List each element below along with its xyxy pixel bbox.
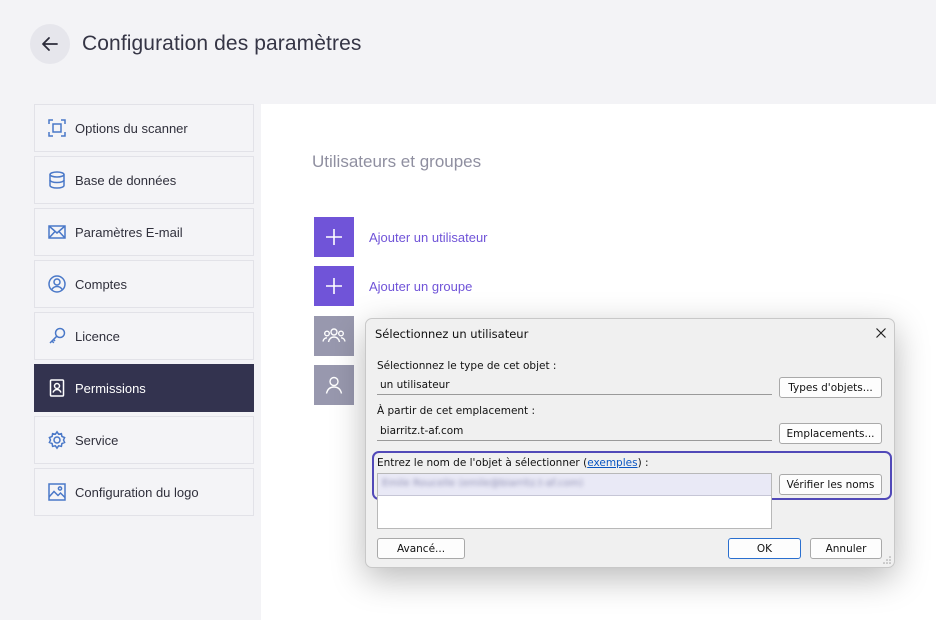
close-icon [876, 328, 886, 338]
arrow-left-icon [42, 37, 58, 51]
sidebar-item-label: Licence [75, 328, 120, 344]
add-user-button[interactable] [314, 217, 354, 257]
locations-button[interactable]: Emplacements... [779, 423, 882, 444]
sidebar-item-database[interactable]: Base de données [34, 156, 254, 204]
user-icon [325, 376, 343, 394]
ok-button[interactable]: OK [728, 538, 801, 559]
location-label: À partir de cet emplacement : [377, 405, 536, 417]
object-names-value: Emile Roucelle (emile@biarritz.t-af.com) [382, 478, 584, 489]
location-field: biarritz.t-af.com [377, 421, 772, 441]
dialog-title: Sélectionnez un utilisateur [375, 327, 529, 341]
plus-icon [326, 278, 342, 294]
object-type-field: un utilisateur [377, 375, 772, 395]
sidebar-item-label: Comptes [75, 276, 128, 292]
object-names-label: Entrez le nom de l'objet à sélectionner … [377, 457, 649, 469]
sidebar-item-label: Paramètres E-mail [75, 224, 183, 240]
sidebar-item-label: Permissions [75, 380, 146, 396]
sidebar-item-label: Service [75, 432, 119, 448]
group-entry-tile[interactable] [314, 316, 354, 356]
group-users-icon [322, 328, 346, 343]
resize-grip-icon[interactable] [882, 555, 892, 565]
dialog-close-button[interactable] [873, 325, 889, 341]
check-names-button[interactable]: Vérifier les noms [779, 474, 882, 495]
add-group-link[interactable]: Ajouter un groupe [369, 279, 472, 294]
select-user-dialog: Sélectionnez un utilisateur Sélectionnez… [365, 318, 895, 568]
sidebar-item-scanner-options[interactable]: Options du scanner [34, 104, 254, 152]
sidebar-item-label: Options du scanner [75, 120, 188, 136]
object-names-label-suffix: ) : [637, 457, 649, 469]
gear-icon [46, 429, 68, 451]
object-names-label-prefix: Entrez le nom de l'objet à sélectionner … [377, 457, 588, 469]
sidebar-item-accounts[interactable]: Comptes [34, 260, 254, 308]
section-title: Utilisateurs et groupes [312, 152, 482, 171]
object-types-button[interactable]: Types d'objets... [779, 377, 882, 398]
examples-link[interactable]: exemples [587, 457, 637, 469]
object-names-input[interactable]: Emile Roucelle (emile@biarritz.t-af.com) [377, 473, 772, 529]
sidebar-item-permissions[interactable]: Permissions [34, 364, 254, 412]
database-icon [46, 169, 68, 191]
plus-icon [326, 229, 342, 245]
cancel-button[interactable]: Annuler [810, 538, 882, 559]
image-icon [46, 481, 68, 503]
key-icon [46, 325, 68, 347]
settings-sidebar: Options du scanner Base de données Param… [34, 104, 254, 520]
scanner-frame-icon [46, 117, 68, 139]
envelope-icon [46, 221, 68, 243]
user-entry-tile[interactable] [314, 365, 354, 405]
back-button[interactable] [30, 24, 70, 64]
page-title: Configuration des paramètres [82, 32, 362, 55]
sidebar-item-email-settings[interactable]: Paramètres E-mail [34, 208, 254, 256]
advanced-button[interactable]: Avancé... [377, 538, 465, 559]
sidebar-item-service[interactable]: Service [34, 416, 254, 464]
add-group-row[interactable]: Ajouter un groupe [314, 266, 472, 306]
sidebar-item-label: Configuration du logo [75, 484, 199, 500]
add-group-button[interactable] [314, 266, 354, 306]
sidebar-item-label: Base de données [75, 172, 177, 188]
badge-icon [46, 377, 68, 399]
object-type-label: Sélectionnez le type de cet objet : [377, 360, 557, 372]
add-user-link[interactable]: Ajouter un utilisateur [369, 230, 488, 245]
add-user-row[interactable]: Ajouter un utilisateur [314, 217, 488, 257]
sidebar-item-logo-config[interactable]: Configuration du logo [34, 468, 254, 516]
sidebar-item-license[interactable]: Licence [34, 312, 254, 360]
user-circle-icon [46, 273, 68, 295]
